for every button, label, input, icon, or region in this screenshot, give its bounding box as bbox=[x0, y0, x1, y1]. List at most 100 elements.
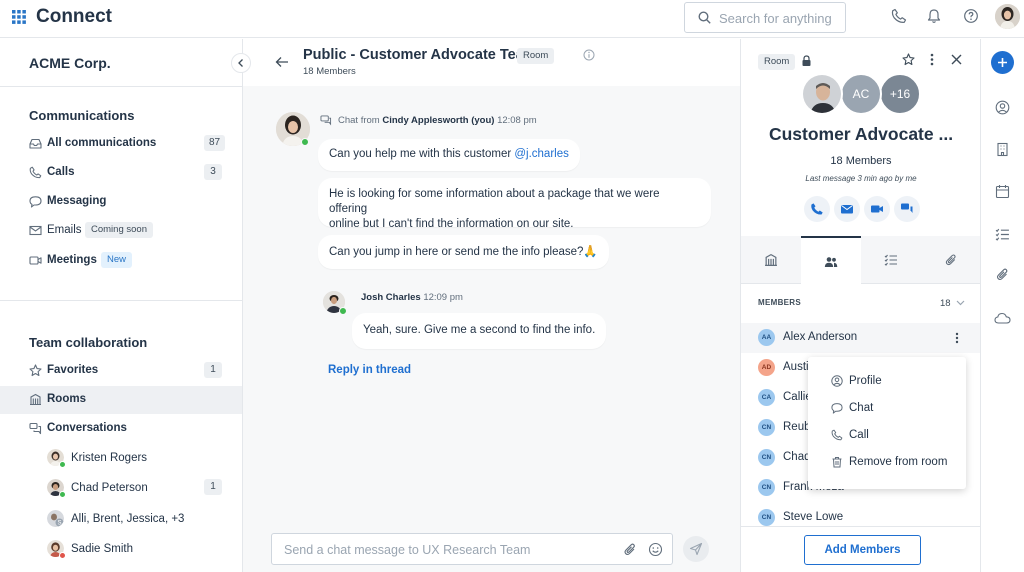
close-icon[interactable] bbox=[951, 54, 962, 65]
conversation-name: Chad Peterson bbox=[71, 482, 148, 494]
reply-in-thread-link[interactable]: Reply in thread bbox=[328, 364, 411, 376]
member-avatar: CN bbox=[758, 509, 775, 526]
message-text: online but I can't find the information … bbox=[329, 218, 574, 230]
emoji-icon[interactable] bbox=[648, 542, 663, 557]
mail-icon bbox=[29, 225, 42, 236]
nav-label: Emails bbox=[47, 224, 82, 236]
divider bbox=[0, 300, 242, 301]
member-avatar: AA bbox=[758, 329, 775, 346]
email-button[interactable] bbox=[834, 196, 860, 222]
search-input[interactable] bbox=[719, 9, 839, 27]
video-button[interactable] bbox=[864, 196, 890, 222]
bell-icon[interactable] bbox=[926, 8, 942, 24]
more-vertical-icon[interactable] bbox=[955, 332, 959, 344]
member-avatar: CN bbox=[758, 479, 775, 496]
attachment-icon[interactable] bbox=[623, 542, 637, 557]
nav-calls[interactable]: Calls 3 bbox=[0, 159, 242, 187]
nav-emails[interactable]: Emails Coming soon bbox=[0, 217, 242, 245]
attachment-icon[interactable] bbox=[995, 267, 1010, 282]
message-bubble: He is looking for some information about… bbox=[318, 178, 711, 230]
message-bubble: Can you help me with this customer @j.ch… bbox=[318, 139, 580, 171]
lock-icon bbox=[802, 55, 811, 66]
user-avatar-photo bbox=[995, 4, 1020, 29]
calendar-icon[interactable] bbox=[995, 184, 1010, 199]
message-time: 12:08 pm bbox=[497, 115, 537, 126]
divider bbox=[741, 526, 981, 527]
building-icon bbox=[30, 393, 41, 406]
message-input[interactable] bbox=[284, 541, 604, 559]
building-icon bbox=[765, 253, 777, 266]
conversation-name: Sadie Smith bbox=[71, 543, 134, 555]
members-section-count: 18 bbox=[940, 298, 951, 309]
members-section-label: MEMBERS bbox=[758, 298, 801, 307]
nav-label: All communications bbox=[47, 137, 157, 149]
member-context-menu: Profile Chat Call Remove from room bbox=[808, 357, 966, 489]
menu-item-profile[interactable]: Profile bbox=[808, 368, 966, 395]
team-collaboration-title: Team collaboration bbox=[29, 335, 148, 350]
conversation-item[interactable]: Chad Peterson 1 bbox=[0, 474, 242, 504]
back-arrow-icon[interactable] bbox=[275, 56, 289, 68]
menu-item-label: Profile bbox=[849, 375, 882, 387]
conversation-item[interactable]: Sadie Smith bbox=[0, 535, 242, 565]
message-author: Cindy Applesworth (you) bbox=[382, 115, 495, 126]
nav-rooms[interactable]: Rooms bbox=[0, 386, 242, 414]
menu-item-label: Remove from room bbox=[849, 456, 948, 468]
tab-room-info[interactable] bbox=[741, 236, 801, 284]
checklist-icon[interactable] bbox=[995, 227, 1010, 242]
member-name: Chad bbox=[783, 451, 811, 463]
member-avatar bbox=[801, 73, 843, 115]
conversation-item[interactable]: Kristen Rogers bbox=[0, 444, 242, 474]
star-icon[interactable] bbox=[902, 53, 915, 66]
tab-tasks[interactable] bbox=[861, 236, 921, 284]
chat-icon bbox=[29, 196, 42, 208]
chat-button[interactable] bbox=[894, 196, 920, 222]
member-initials-avatar: AC bbox=[840, 73, 882, 115]
tab-members[interactable] bbox=[801, 236, 861, 284]
member-avatar: CA bbox=[758, 389, 775, 406]
nav-all-communications[interactable]: All communications 87 bbox=[0, 130, 242, 158]
add-members-button[interactable]: Add Members bbox=[804, 535, 921, 565]
cloud-icon[interactable] bbox=[994, 311, 1011, 326]
mail-icon bbox=[841, 205, 853, 214]
nav-messaging[interactable]: Messaging bbox=[0, 188, 242, 216]
profile-icon[interactable] bbox=[995, 100, 1010, 115]
chevron-down-icon[interactable] bbox=[956, 300, 965, 306]
divider bbox=[0, 86, 242, 87]
help-icon[interactable] bbox=[963, 8, 979, 24]
room-badge: Room bbox=[758, 54, 796, 70]
new-tag: New bbox=[101, 252, 133, 268]
app-grid-icon[interactable] bbox=[12, 10, 26, 24]
user-avatar[interactable] bbox=[995, 4, 1020, 29]
member-row[interactable]: AA Alex Anderson bbox=[741, 323, 981, 353]
profile-icon bbox=[831, 375, 843, 387]
collapse-sidebar-button[interactable] bbox=[231, 53, 251, 73]
org-name: ACME Corp. bbox=[29, 55, 111, 71]
new-button[interactable] bbox=[991, 51, 1014, 74]
nav-favorites[interactable]: Favorites 1 bbox=[0, 357, 242, 385]
menu-item-call[interactable]: Call bbox=[808, 422, 966, 449]
chat-header: Public - Customer Advocate Team Room 18 … bbox=[243, 39, 740, 86]
nav-meetings[interactable]: Meetings New bbox=[0, 247, 242, 275]
nav-conversations[interactable]: Conversations bbox=[0, 415, 242, 443]
building-icon[interactable] bbox=[995, 142, 1010, 157]
conversation-item[interactable]: S Alli, Brent, Jessica, +3 bbox=[0, 505, 242, 535]
member-name: Austi bbox=[783, 361, 809, 373]
menu-item-chat[interactable]: Chat bbox=[808, 395, 966, 422]
member-row[interactable]: CN Steve Lowe bbox=[741, 503, 981, 533]
chat-panel: Public - Customer Advocate Team Room 18 … bbox=[243, 39, 740, 572]
send-button[interactable] bbox=[683, 536, 709, 562]
info-icon[interactable] bbox=[583, 49, 595, 61]
trash-icon bbox=[832, 457, 842, 468]
more-vertical-icon[interactable] bbox=[930, 53, 934, 66]
member-name: Alex Anderson bbox=[783, 331, 858, 343]
menu-item-remove[interactable]: Remove from room bbox=[808, 449, 966, 476]
message-meta: Josh Charles 12:09 pm bbox=[361, 292, 463, 303]
attachment-icon bbox=[945, 254, 956, 266]
tab-attachments[interactable] bbox=[921, 236, 981, 284]
phone-icon[interactable] bbox=[891, 8, 907, 24]
search-box[interactable] bbox=[684, 2, 846, 33]
call-button[interactable] bbox=[804, 196, 830, 222]
mention-link[interactable]: @j.charles bbox=[514, 148, 569, 160]
phone-icon bbox=[831, 429, 843, 441]
phone-icon bbox=[29, 166, 42, 179]
